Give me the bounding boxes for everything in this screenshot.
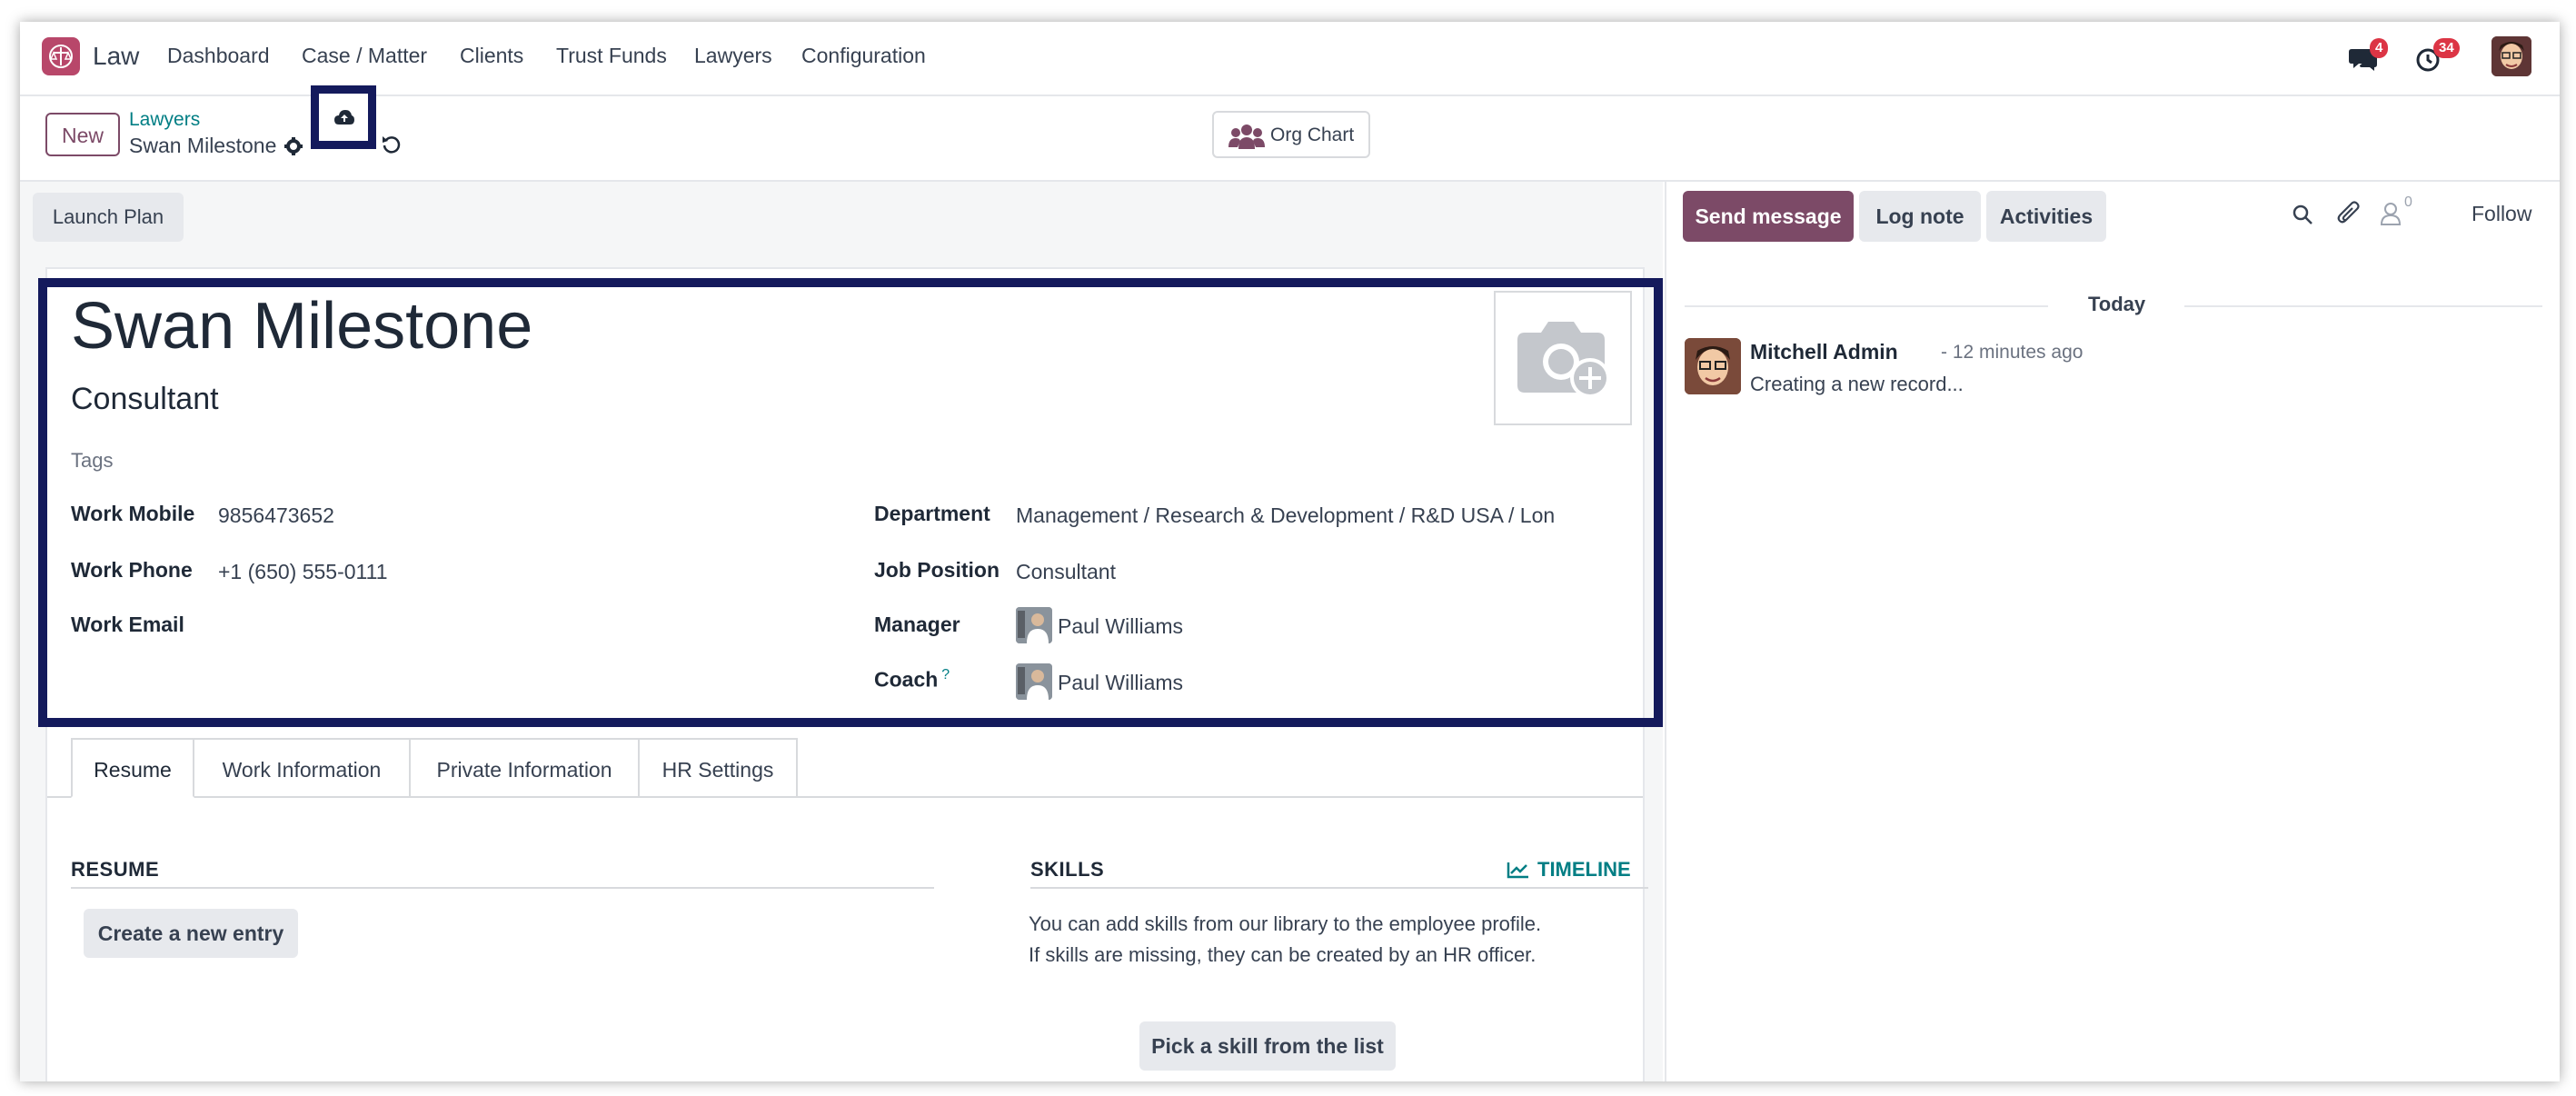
paperclip-icon[interactable] [2337, 200, 2361, 230]
message-time: - 12 minutes ago [1941, 342, 2084, 363]
employee-photo[interactable] [1494, 291, 1632, 425]
manager-value[interactable]: Paul Williams [1058, 614, 1183, 639]
followers-icon[interactable] [2380, 202, 2402, 230]
job-position-label: Job Position [874, 558, 1000, 582]
skills-section-title: SKILLS [1030, 858, 1105, 881]
tags-field[interactable]: Tags [71, 449, 113, 473]
job-title-field[interactable]: Consultant [71, 382, 219, 417]
top-navbar: Law Dashboard Case / Matter Clients Trus… [20, 22, 2560, 96]
search-icon[interactable] [2292, 204, 2313, 230]
resume-divider [71, 887, 934, 889]
message-author-avatar[interactable] [1685, 338, 1741, 394]
activities-button[interactable]: Activities [1986, 191, 2106, 242]
coach-avatar [1016, 663, 1052, 700]
tab-resume[interactable]: Resume [71, 738, 194, 798]
tab-work-information[interactable]: Work Information [194, 738, 411, 798]
tab-hr-settings[interactable]: HR Settings [640, 738, 798, 798]
coach-label-text: Coach [874, 667, 939, 692]
chatter-panel: Send message Log note Activities 0 Follo… [1665, 182, 2560, 1081]
message-body: Creating a new record... [1750, 373, 1964, 395]
gear-icon[interactable] [283, 136, 303, 161]
work-email-label: Work Email [71, 613, 184, 636]
cloud-upload-icon [334, 110, 354, 125]
follow-button[interactable]: Follow [2472, 202, 2531, 226]
org-chart-button[interactable]: Org Chart [1212, 111, 1370, 158]
users-icon [1228, 125, 1265, 149]
work-phone-label: Work Phone [71, 558, 193, 582]
work-phone-value[interactable]: +1 (650) 555-0111 [218, 560, 387, 584]
work-mobile-label: Work Mobile [71, 502, 195, 525]
department-label: Department [874, 502, 990, 525]
nav-clients[interactable]: Clients [460, 44, 523, 68]
job-position-value[interactable]: Consultant [1016, 560, 1116, 584]
browser-frame: Law Dashboard Case / Matter Clients Trus… [20, 22, 2560, 1081]
breadcrumb-lawyers[interactable]: Lawyers [129, 109, 200, 131]
today-divider-right [2184, 305, 2542, 307]
save-button[interactable] [311, 85, 376, 149]
messages-badge: 4 [2370, 38, 2389, 58]
breadcrumb-current: Swan Milestone [129, 134, 277, 157]
department-value[interactable]: Management / Research & Development / R&… [1016, 503, 1555, 528]
nav-trust-funds[interactable]: Trust Funds [556, 44, 667, 68]
camera-plus-icon [1517, 322, 1610, 398]
log-note-button[interactable]: Log note [1859, 191, 1981, 242]
nav-lawyers[interactable]: Lawyers [694, 44, 772, 68]
nav-case-matter[interactable]: Case / Matter [302, 44, 427, 68]
nav-configuration[interactable]: Configuration [801, 44, 926, 68]
skills-help-text-2: If skills are missing, they can be creat… [1029, 943, 1537, 966]
work-mobile-value[interactable]: 9856473652 [218, 503, 334, 528]
activities-badge: 34 [2433, 38, 2460, 58]
timeline-label: TIMELINE [1537, 858, 1631, 881]
org-chart-label: Org Chart [1270, 125, 1355, 145]
user-avatar[interactable] [2491, 36, 2531, 76]
message-author[interactable]: Mitchell Admin [1750, 340, 1898, 364]
skills-help-text-1: You can add skills from our library to t… [1029, 912, 1542, 935]
new-button[interactable]: New [45, 113, 120, 156]
resume-section-title: RESUME [71, 858, 160, 881]
line-chart-icon [1507, 862, 1528, 879]
create-new-entry-button[interactable]: Create a new entry [84, 909, 298, 958]
send-message-button[interactable]: Send message [1683, 191, 1854, 242]
coach-help-icon[interactable]: ? [941, 667, 950, 683]
timeline-button[interactable]: TIMELINE [1507, 858, 1631, 882]
employee-name-field[interactable]: Swan Milestone [71, 289, 532, 364]
launch-plan-button[interactable]: Launch Plan [33, 193, 184, 242]
app-name[interactable]: Law [93, 42, 139, 71]
followers-count: 0 [2404, 194, 2412, 210]
pick-skill-button[interactable]: Pick a skill from the list [1139, 1021, 1396, 1071]
control-panel: New Lawyers Swan Milestone Org Chart [20, 85, 2560, 182]
coach-label: Coach? [874, 667, 950, 692]
skills-divider [1030, 887, 1648, 889]
today-divider-left [1685, 305, 2048, 307]
manager-label: Manager [874, 613, 960, 636]
law-app-icon[interactable] [42, 37, 80, 75]
coach-value[interactable]: Paul Williams [1058, 671, 1183, 695]
manager-avatar [1016, 607, 1052, 643]
discard-icon[interactable] [382, 135, 402, 159]
form-area: Launch Plan Swan Milestone Consultant Ta… [20, 182, 1663, 1081]
tab-private-information[interactable]: Private Information [411, 738, 640, 798]
nav-dashboard[interactable]: Dashboard [167, 44, 270, 68]
today-label: Today [2088, 293, 2146, 315]
